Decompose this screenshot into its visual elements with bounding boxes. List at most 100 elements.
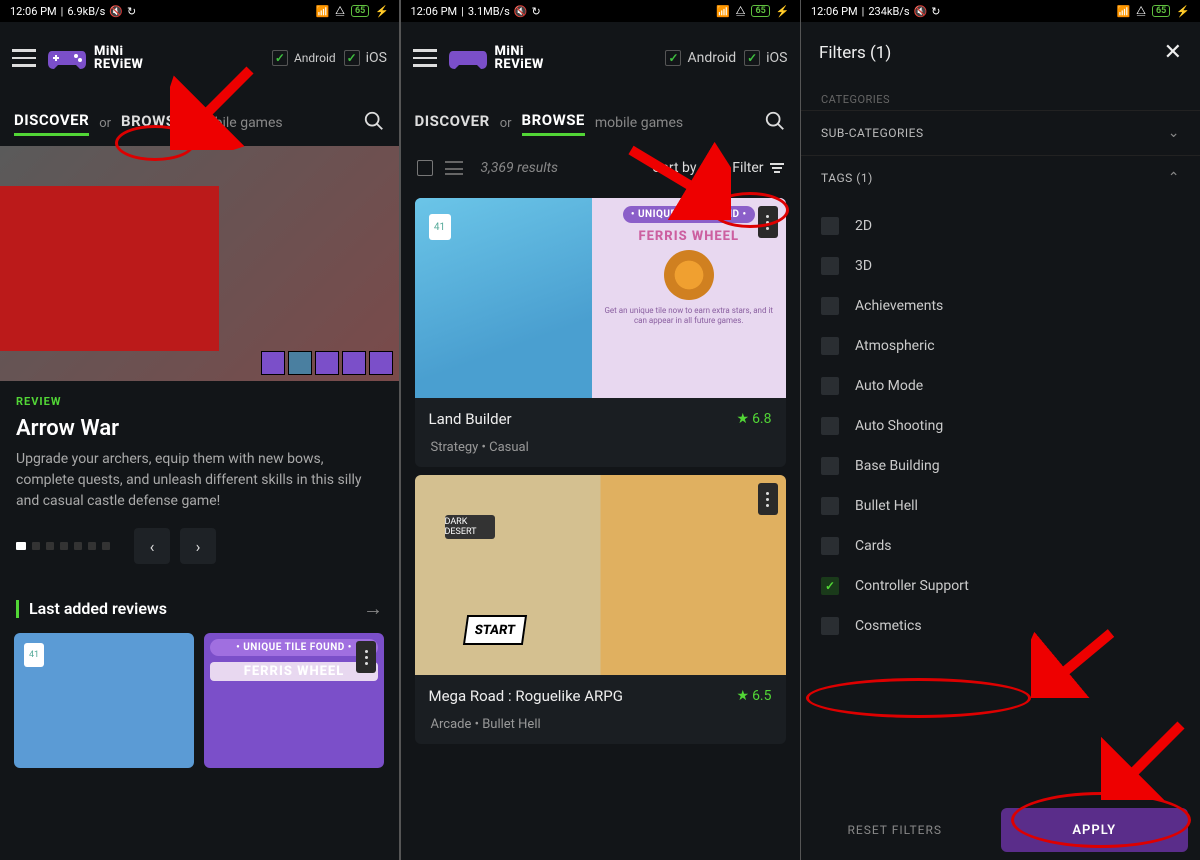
filter-section-tags[interactable]: TAGS (1)⌃ xyxy=(801,156,1200,200)
tag-label: 3D xyxy=(855,258,872,274)
game-title: Land Builder xyxy=(429,410,737,428)
tag-item[interactable]: Cosmetics xyxy=(821,606,1180,646)
panel-browse: 12:06 PM| 3.1MB/s 🔇 ↻ 📶 ⧋ 65 ⚡ MiNiREViE… xyxy=(401,0,800,860)
status-net: 6.9kB/s xyxy=(67,5,105,18)
logo[interactable]: MiNi REViEW xyxy=(46,43,143,73)
platform-android-toggle[interactable]: Android xyxy=(665,50,736,66)
close-button[interactable]: ✕ xyxy=(1164,40,1182,65)
more-button[interactable] xyxy=(758,206,778,238)
checkbox-icon xyxy=(821,617,839,635)
tag-label: Auto Shooting xyxy=(855,418,943,434)
checkbox-icon xyxy=(821,217,839,235)
tag-label: Achievements xyxy=(855,298,943,314)
menu-button[interactable] xyxy=(413,49,437,67)
nav-discover[interactable]: DISCOVER xyxy=(415,112,490,134)
tag-item[interactable]: 3D xyxy=(821,246,1180,286)
search-button[interactable] xyxy=(363,110,385,136)
signal-icon: 📶 xyxy=(315,5,329,18)
tag-item[interactable]: Cards xyxy=(821,526,1180,566)
tag-item[interactable]: Auto Shooting xyxy=(821,406,1180,446)
prev-button[interactable]: ‹ xyxy=(134,528,170,564)
tag-label: Controller Support xyxy=(855,578,969,594)
checkbox-icon xyxy=(821,337,839,355)
nav-bar: DISCOVER or BROWSE mobile games xyxy=(401,94,800,146)
next-button[interactable]: › xyxy=(180,528,216,564)
view-toggle[interactable] xyxy=(445,161,463,175)
app-header: MiNi REViEW Android iOS xyxy=(0,22,399,94)
mute-icon: 🔇 xyxy=(109,5,123,18)
nav-browse[interactable]: BROWSE xyxy=(121,112,184,134)
filter-section-subcategories[interactable]: SUB-CATEGORIES⌄ xyxy=(801,111,1200,156)
chevron-down-icon: ⌄ xyxy=(1168,125,1180,141)
tag-label: Auto Mode xyxy=(855,378,923,394)
featured-title[interactable]: Arrow War xyxy=(16,416,383,441)
filter-icon xyxy=(770,163,784,173)
tag-item[interactable]: 2D xyxy=(821,206,1180,246)
signal-icon: 📶 xyxy=(716,5,730,18)
charge-icon: ⚡ xyxy=(375,5,389,18)
tag-item[interactable]: Achievements xyxy=(821,286,1180,326)
tag-label: Cards xyxy=(855,538,891,554)
logo-icon xyxy=(447,43,489,73)
battery-icon: 65 xyxy=(751,5,769,17)
battery-icon: 65 xyxy=(1152,5,1170,17)
featured-desc: Upgrade your archers, equip them with ne… xyxy=(16,449,383,512)
sync-icon: ↻ xyxy=(931,5,940,18)
thumb-item[interactable]: 41 xyxy=(14,633,194,768)
sort-button[interactable]: Sort by ⌄ xyxy=(653,160,713,176)
section-title: Last added reviews xyxy=(29,599,167,618)
battery-icon: 65 xyxy=(351,5,369,17)
charge-icon: ⚡ xyxy=(776,5,790,18)
sync-icon: ↻ xyxy=(532,5,541,18)
panel-filters: 12:06 PM| 234kB/s 🔇 ↻ 📶 ⧋ 65 ⚡ Filters (… xyxy=(801,0,1200,860)
signal-icon: 📶 xyxy=(1116,5,1130,18)
reset-filters-button[interactable]: RESET FILTERS xyxy=(801,800,989,860)
tile-sub: Get an unique tile now to earn extra sta… xyxy=(600,306,778,327)
nav-browse[interactable]: BROWSE xyxy=(522,111,585,136)
game-image: 41 • UNIQUE TILE FOUND • FERRIS WHEEL Ge… xyxy=(415,198,786,398)
chevron-up-icon: ⌃ xyxy=(1168,170,1180,186)
wifi-icon: ⧋ xyxy=(335,4,345,18)
select-all-checkbox[interactable] xyxy=(417,160,433,176)
wifi-icon: ⧋ xyxy=(1136,4,1146,18)
checkbox-icon xyxy=(821,417,839,435)
logo-text: MiNi REViEW xyxy=(94,45,143,71)
filter-section-categories[interactable]: CATEGORIES xyxy=(801,83,1200,110)
tag-label: Cosmetics xyxy=(855,618,922,634)
status-bar: 12:06 PM| 234kB/s 🔇 ↻ 📶 ⧋ 65 ⚡ xyxy=(801,0,1200,22)
checkbox-icon xyxy=(821,497,839,515)
more-button[interactable] xyxy=(758,483,778,515)
filter-button[interactable]: Filter xyxy=(732,160,783,176)
tag-label: 2D xyxy=(855,218,872,234)
tag-item[interactable]: Atmospheric xyxy=(821,326,1180,366)
review-tag: REVIEW xyxy=(16,395,383,408)
menu-button[interactable] xyxy=(12,49,36,67)
logo[interactable]: MiNiREViEW xyxy=(447,43,544,73)
game-card[interactable]: DARK DESERT START Mega Road : Roguelike … xyxy=(415,475,786,744)
mute-icon: 🔇 xyxy=(514,5,528,18)
thumb-item[interactable]: • UNIQUE TILE FOUND • FERRIS WHEEL xyxy=(204,633,384,768)
checkbox-icon xyxy=(821,577,839,595)
more-button[interactable] xyxy=(356,641,376,673)
featured-image[interactable] xyxy=(0,146,399,381)
panel-discover: 12:06 PM | 6.9kB/s 🔇 ↻ 📶 ⧋ 65 ⚡ MiNi xyxy=(0,0,399,860)
nav-discover[interactable]: DISCOVER xyxy=(14,111,89,136)
platform-ios-toggle[interactable]: iOS xyxy=(344,50,387,66)
arrow-right-icon: → xyxy=(363,596,383,621)
search-button[interactable] xyxy=(764,110,786,136)
tag-item[interactable]: Bullet Hell xyxy=(821,486,1180,526)
nav-sep: or xyxy=(500,116,512,131)
platform-android-toggle[interactable]: Android xyxy=(272,50,336,66)
mute-icon: 🔇 xyxy=(914,5,928,18)
section-header[interactable]: Last added reviews → xyxy=(0,570,399,633)
tag-item[interactable]: Controller Support xyxy=(821,566,1180,606)
list-controls: 3,369 results Sort by ⌄ Filter xyxy=(401,146,800,190)
platform-ios-toggle[interactable]: iOS xyxy=(744,50,787,66)
tag-item[interactable]: Base Building xyxy=(821,446,1180,486)
status-net: 234kB/s xyxy=(868,5,909,18)
apply-button[interactable]: APPLY xyxy=(1001,808,1189,852)
annotation-circle xyxy=(806,678,1031,718)
nav-sep: or xyxy=(99,116,111,131)
tag-item[interactable]: Auto Mode xyxy=(821,366,1180,406)
game-card[interactable]: 41 • UNIQUE TILE FOUND • FERRIS WHEEL Ge… xyxy=(415,198,786,467)
